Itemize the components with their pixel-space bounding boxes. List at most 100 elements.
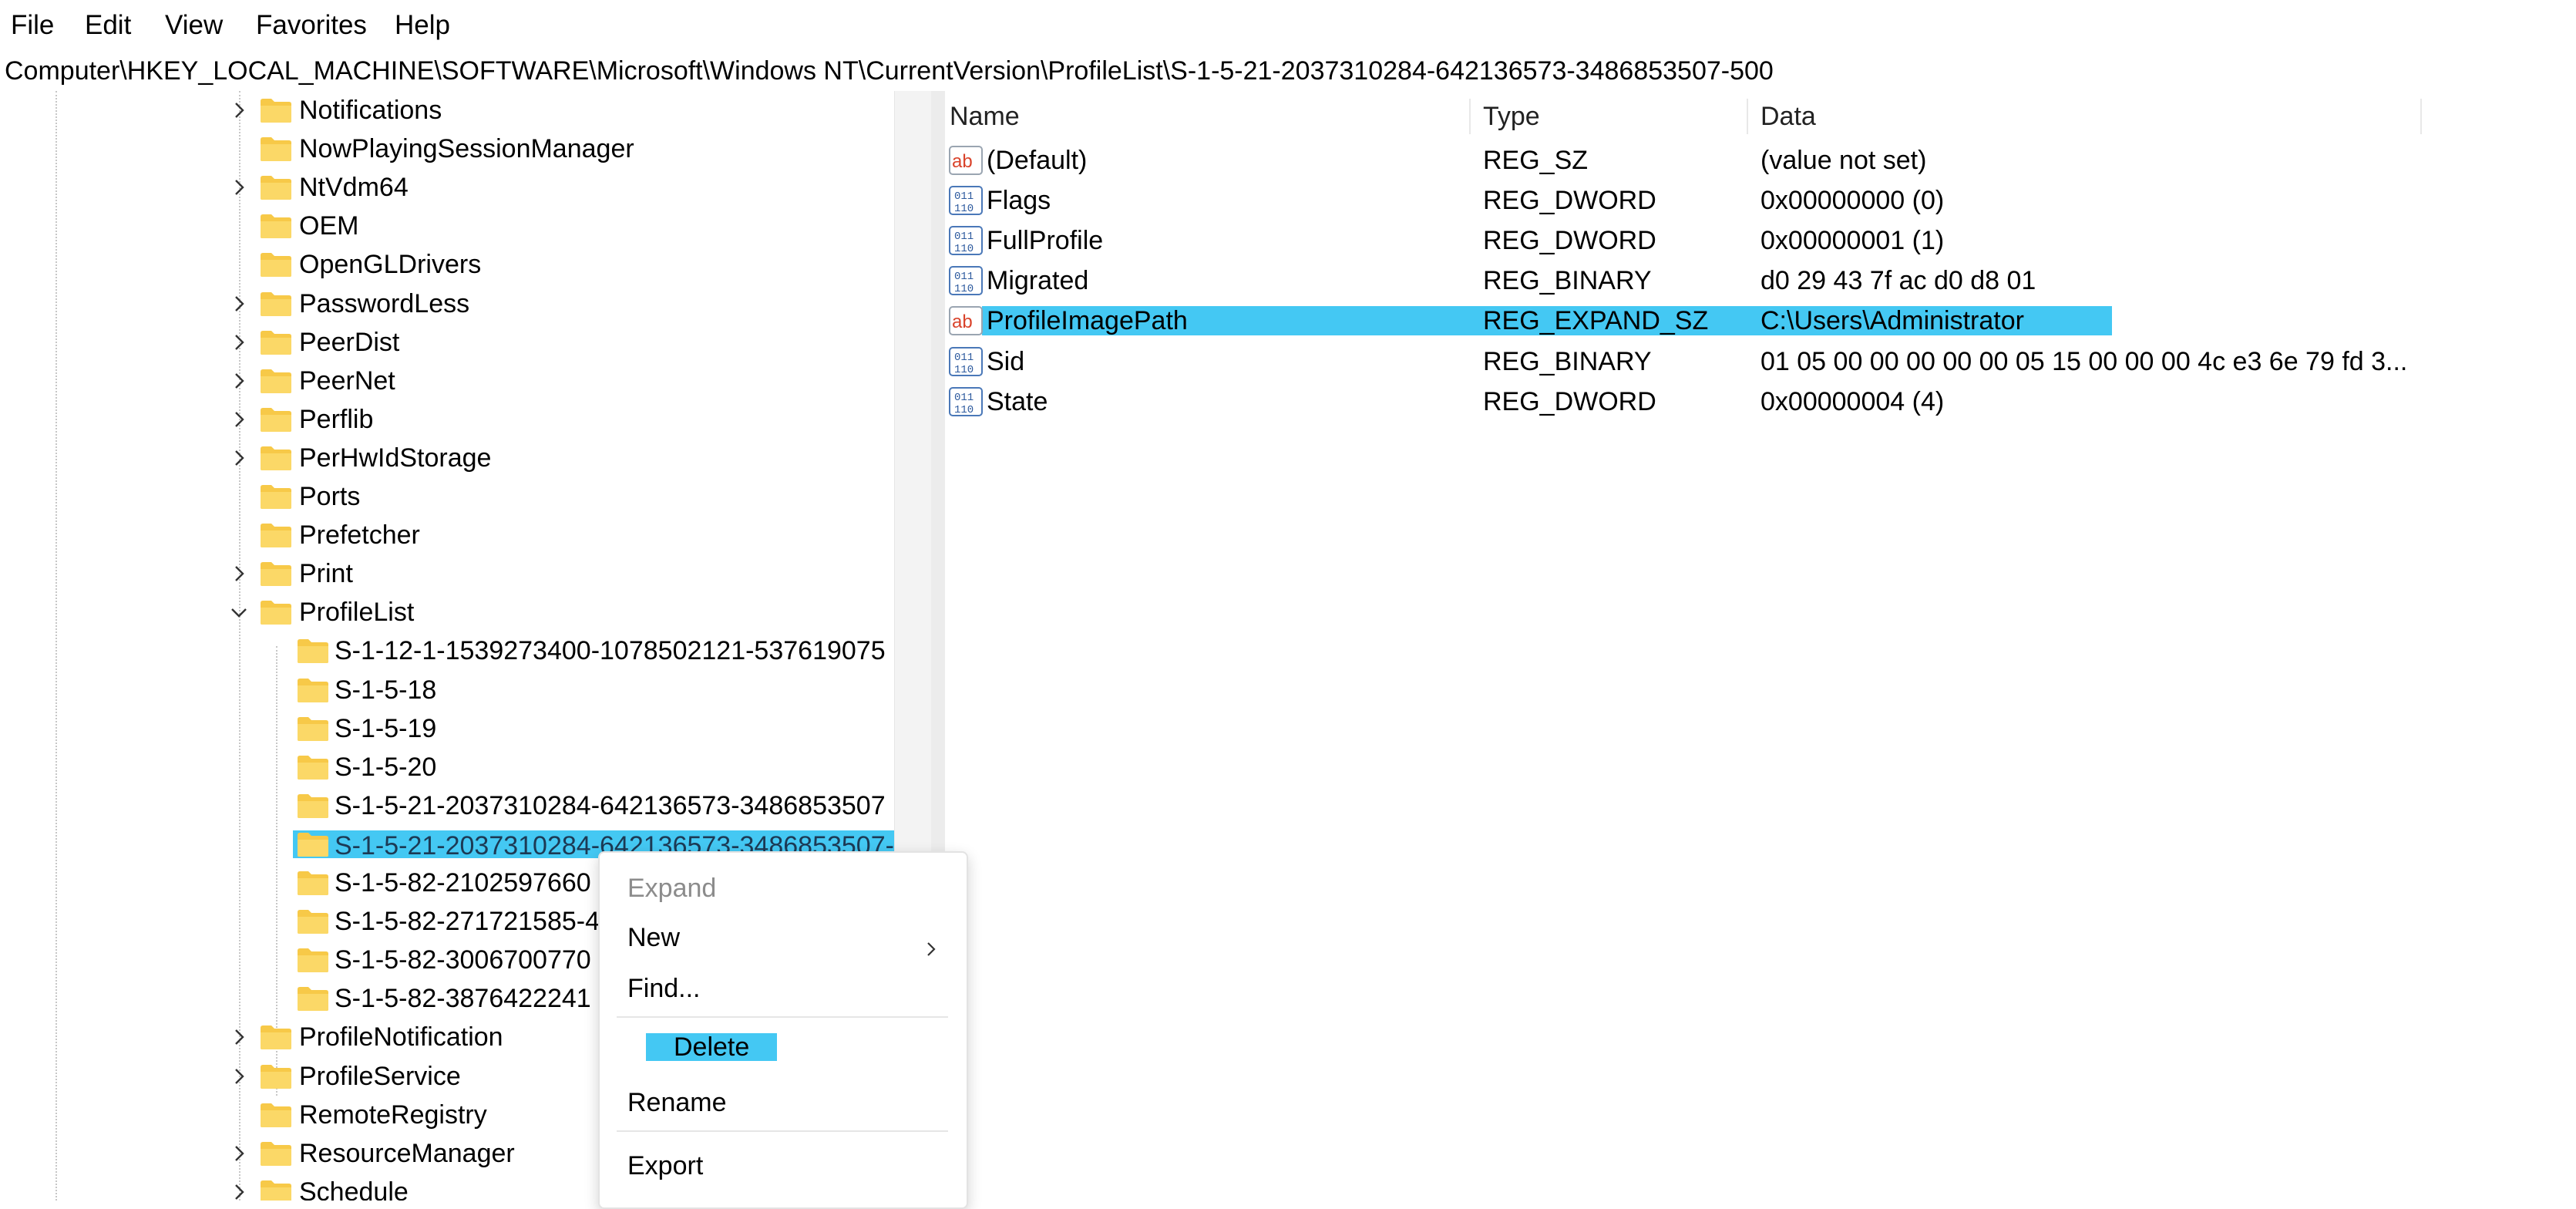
menu-separator [617, 1016, 948, 1018]
tree-item[interactable]: PasswordLess [0, 285, 894, 322]
tree-item[interactable]: S-1-5-18 [0, 672, 894, 709]
tree-item[interactable]: NtVdm64 [0, 169, 894, 206]
tree-item[interactable]: Ports [0, 478, 894, 515]
menu-view[interactable]: View [156, 8, 232, 43]
value-name: Migrated [987, 266, 1089, 296]
tree-item[interactable]: PeerDist [0, 324, 894, 361]
tree-item[interactable]: ProfileList [0, 594, 894, 631]
tree-item[interactable]: OpenGLDrivers [0, 246, 894, 283]
value-name: State [987, 386, 1048, 416]
svg-text:110: 110 [954, 404, 974, 416]
value-type: REG_DWORD [1483, 186, 1656, 216]
svg-text:011: 011 [954, 190, 974, 203]
tree-item-label: ProfileList [299, 598, 415, 628]
chevron-right-icon[interactable] [230, 1067, 248, 1086]
tree-item[interactable]: OEM [0, 207, 894, 244]
tree-item-label: Print [299, 559, 353, 589]
svg-text:110: 110 [954, 283, 974, 295]
folder-icon [296, 753, 330, 781]
chevron-right-icon[interactable] [230, 1144, 248, 1163]
tree-item-label: S-1-5-82-2102597660 [335, 868, 591, 897]
chevron-right-icon[interactable] [230, 101, 248, 120]
chevron-right-icon[interactable] [230, 178, 248, 197]
folder-icon [259, 173, 293, 201]
menu-edit[interactable]: Edit [76, 8, 140, 43]
tree-item-label: Notifications [299, 96, 442, 125]
tree-item-label: S-1-5-20 [335, 752, 437, 782]
menu-file[interactable]: File [2, 8, 63, 43]
folder-icon [296, 946, 330, 974]
chevron-down-icon[interactable] [230, 603, 248, 621]
value-row[interactable]: 011 110 Migrated REG_BINARY d0 29 43 7f ac d… [945, 261, 2576, 300]
value-row[interactable]: 011 110 Flags REG_DWORD 0x00000000 (0) [945, 181, 2576, 220]
context-menu-delete[interactable]: Delete [646, 1033, 778, 1061]
folder-icon [259, 444, 293, 472]
context-menu-rename[interactable]: Rename [627, 1081, 727, 1124]
chevron-right-icon[interactable] [230, 372, 248, 390]
tree-item[interactable]: S-1-5-20 [0, 749, 894, 786]
value-row[interactable]: ab ProfileImagePath REG_EXPAND_SZ C:\Users\… [945, 301, 2576, 340]
value-name: FullProfile [987, 226, 1104, 256]
tree-item[interactable]: S-1-5-19 [0, 710, 894, 747]
folder-icon [259, 1140, 293, 1167]
value-row[interactable]: 011 110 Sid REG_BINARY 01 05 00 00 00 00 00 … [945, 342, 2576, 381]
svg-text:011: 011 [954, 352, 974, 364]
context-menu-new[interactable]: New [627, 916, 939, 959]
address-bar[interactable]: Computer\HKEY_LOCAL_MACHINE\SOFTWARE\Mic… [0, 51, 2576, 93]
tree-item[interactable]: Prefetcher [0, 517, 894, 554]
chevron-right-icon[interactable] [230, 1183, 248, 1201]
column-divider[interactable] [1469, 99, 1471, 134]
folder-icon [259, 367, 293, 395]
tree-item-label: ProfileService [299, 1061, 461, 1091]
column-header-type[interactable]: Type [1483, 99, 1540, 134]
tree-item[interactable]: PeerNet [0, 362, 894, 399]
tree-item[interactable]: Print [0, 555, 894, 592]
value-row[interactable]: ab (Default) REG_SZ (value not set) [945, 141, 2576, 180]
folder-icon [259, 560, 293, 588]
chevron-right-icon[interactable] [230, 564, 248, 583]
tree-item[interactable]: S-1-12-1-1539273400-1078502121-537619075 [0, 632, 894, 669]
address-path[interactable]: Computer\HKEY_LOCAL_MACHINE\SOFTWARE\Mic… [5, 54, 1774, 88]
context-menu: Expand New Find... Delete Rename Export [598, 851, 968, 1209]
tree-item-label: PeerNet [299, 365, 395, 396]
value-data: (value not set) [1760, 146, 1927, 175]
value-data: 01 05 00 00 00 00 00 05 15 00 00 00 4c e… [1760, 346, 2408, 376]
chevron-right-icon[interactable] [230, 449, 248, 467]
binary-value-icon: 011 110 [948, 386, 984, 417]
menu-favorites[interactable]: Favorites [247, 8, 376, 43]
tree-item[interactable]: Perflib [0, 401, 894, 438]
tree-item-label: OpenGLDrivers [299, 250, 482, 280]
svg-text:ab: ab [952, 312, 973, 332]
tree-item[interactable]: NowPlayingSessionManager [0, 130, 894, 167]
column-divider[interactable] [1747, 99, 1748, 134]
folder-icon [296, 715, 330, 743]
chevron-right-icon[interactable] [230, 410, 248, 429]
column-divider[interactable] [2420, 99, 2422, 134]
folder-icon [296, 830, 330, 858]
column-header-name[interactable]: Name [950, 99, 1020, 134]
chevron-right-icon[interactable] [230, 333, 248, 352]
value-name: (Default) [987, 146, 1088, 175]
folder-icon [259, 135, 293, 163]
tree-item[interactable]: S-1-5-21-2037310284-642136573-3486853507 [0, 787, 894, 824]
value-row[interactable]: 011 110 FullProfile REG_DWORD 0x00000001 (1) [945, 221, 2576, 260]
context-menu-find[interactable]: Find... [627, 967, 700, 1010]
tree-item[interactable]: PerHwIdStorage [0, 439, 894, 477]
chevron-right-icon[interactable] [230, 1028, 248, 1046]
string-value-icon: ab [948, 145, 984, 176]
value-data: 0x00000000 (0) [1760, 186, 1945, 216]
tree-item[interactable]: Notifications [0, 92, 894, 129]
tree-item-label: NtVdm64 [299, 173, 409, 203]
tree-item-label: ResourceManager [299, 1138, 515, 1168]
binary-value-icon: 011 110 [948, 185, 984, 216]
values-list[interactable]: Name Type Data ab (Default) REG_SZ (value n… [945, 91, 2576, 1201]
context-menu-export[interactable]: Export [627, 1144, 703, 1187]
chevron-right-icon[interactable] [230, 295, 248, 313]
value-name: ProfileImagePath [987, 306, 1188, 336]
value-row[interactable]: 011 110 State REG_DWORD 0x00000004 (4) [945, 382, 2576, 421]
svg-text:110: 110 [954, 364, 974, 376]
menu-help[interactable]: Help [385, 8, 459, 43]
tree-item-label: PeerDist [299, 327, 400, 357]
svg-text:011: 011 [954, 392, 974, 404]
column-header-data[interactable]: Data [1760, 99, 1816, 134]
